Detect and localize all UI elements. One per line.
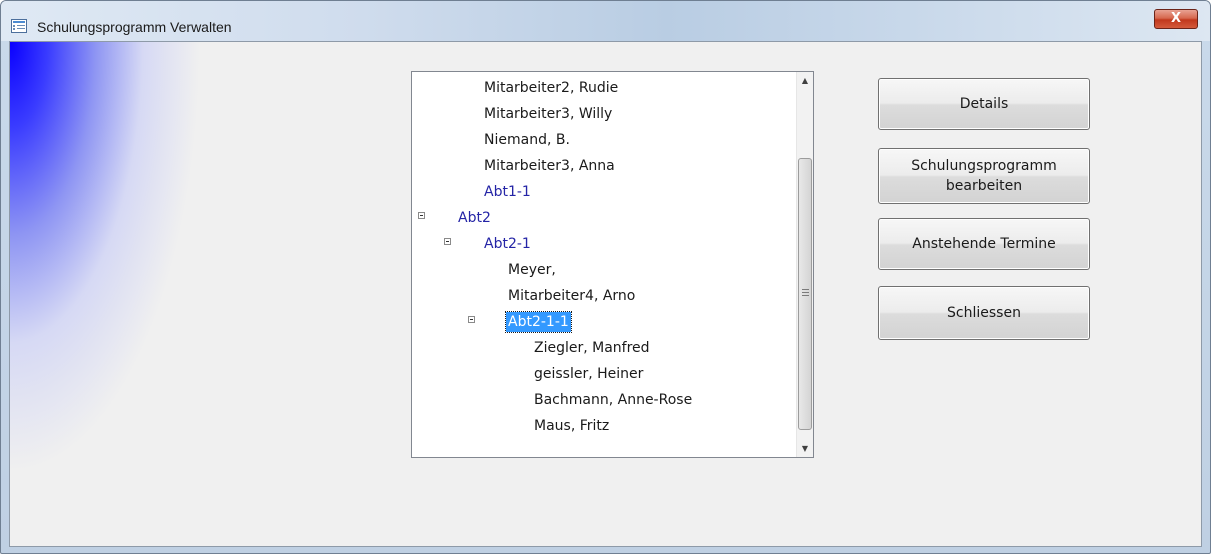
- tree-node-person[interactable]: geissler, Heiner: [534, 364, 643, 384]
- edit-program-button[interactable]: Schulungsprogramm bearbeiten: [878, 148, 1090, 204]
- form-icon: [11, 19, 27, 33]
- close-form-button-label: Schliessen: [947, 305, 1021, 321]
- decorative-gradient: [10, 42, 220, 502]
- collapse-box-icon[interactable]: [444, 238, 451, 245]
- details-button-label: Details: [959, 96, 1009, 112]
- window-title: Schulungsprogramm Verwalten: [37, 19, 232, 35]
- scroll-thumb[interactable]: [798, 158, 812, 430]
- tree-node-group[interactable]: Abt1-1: [484, 182, 531, 202]
- vertical-scrollbar[interactable]: ▲ ▼: [796, 72, 813, 457]
- collapse-box-icon[interactable]: [468, 316, 475, 323]
- collapse-box-icon[interactable]: [418, 212, 425, 219]
- tree-node-person[interactable]: Mitarbeiter3, Willy: [484, 104, 612, 124]
- title-bar[interactable]: Schulungsprogramm Verwalten X: [1, 1, 1210, 41]
- tree-node-person[interactable]: Bachmann, Anne-Rose: [534, 390, 692, 410]
- tree-node-group[interactable]: Abt2: [458, 208, 491, 228]
- scroll-up-icon[interactable]: ▲: [797, 72, 813, 89]
- pending-dates-button[interactable]: Anstehende Termine: [878, 218, 1090, 270]
- form-body: Mitarbeiter2, Rudie Mitarbeiter3, Willy …: [9, 41, 1202, 547]
- details-button[interactable]: Details: [878, 78, 1090, 130]
- scroll-down-icon[interactable]: ▼: [797, 440, 813, 457]
- close-form-button[interactable]: Schliessen: [878, 286, 1090, 340]
- tree-node-person[interactable]: Ziegler, Manfred: [534, 338, 650, 358]
- tree-node-person[interactable]: Mitarbeiter4, Arno: [508, 286, 635, 306]
- edit-program-button-label: Schulungsprogramm bearbeiten: [911, 158, 1057, 194]
- tree-node-person[interactable]: Maus, Fritz: [534, 416, 609, 436]
- dialog-window: Schulungsprogramm Verwalten X Mitarbeite…: [0, 0, 1211, 554]
- tree-node-person[interactable]: Niemand, B.: [484, 130, 570, 150]
- tree-node-person[interactable]: Meyer,: [508, 260, 556, 280]
- pending-dates-button-label: Anstehende Termine: [912, 236, 1056, 252]
- tree-node-person[interactable]: Mitarbeiter3, Anna: [484, 156, 615, 176]
- tree-node-group[interactable]: Abt2-1: [484, 234, 531, 254]
- tree-node-person[interactable]: Mitarbeiter2, Rudie: [484, 78, 618, 98]
- tree-node-selected[interactable]: Abt2-1-1: [505, 311, 572, 333]
- close-icon[interactable]: X: [1154, 9, 1198, 29]
- department-tree[interactable]: Mitarbeiter2, Rudie Mitarbeiter3, Willy …: [411, 71, 814, 458]
